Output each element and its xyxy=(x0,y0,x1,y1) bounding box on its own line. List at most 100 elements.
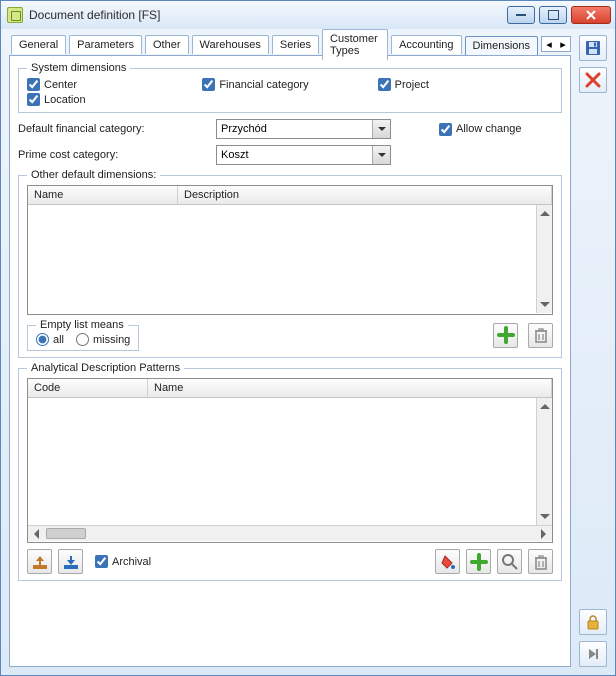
other-dimensions-grid[interactable]: Name Description xyxy=(27,185,553,315)
radio-missing-input[interactable] xyxy=(76,333,89,346)
radio-all-label: all xyxy=(53,334,64,346)
financial-category-checkbox[interactable]: Financial category xyxy=(202,78,377,91)
col-description[interactable]: Description xyxy=(178,186,552,204)
lock-button[interactable] xyxy=(579,609,607,635)
scroll-up-icon[interactable] xyxy=(537,398,552,414)
scroll-left-icon[interactable] xyxy=(28,526,44,541)
other-dimensions-legend: Other default dimensions: xyxy=(27,169,160,181)
tab-panel: System dimensions Center Location xyxy=(9,55,571,667)
tab-other[interactable]: Other xyxy=(145,35,189,54)
scroll-right-icon[interactable] xyxy=(536,526,552,541)
hscroll-thumb[interactable] xyxy=(46,528,86,539)
scroll-down-icon[interactable] xyxy=(537,297,552,313)
analytic-grid-hscroll[interactable] xyxy=(28,525,552,541)
project-label: Project xyxy=(395,79,429,91)
archival-checkbox-input[interactable] xyxy=(95,555,108,568)
location-label: Location xyxy=(44,94,86,106)
col-name[interactable]: Name xyxy=(148,379,552,397)
col-code[interactable]: Code xyxy=(28,379,148,397)
center-label: Center xyxy=(44,79,77,91)
add-pattern-button[interactable] xyxy=(466,549,491,574)
radio-missing[interactable]: missing xyxy=(76,333,130,346)
other-grid-body[interactable] xyxy=(28,205,552,313)
location-checkbox-input[interactable] xyxy=(27,93,40,106)
system-dimensions-legend: System dimensions xyxy=(27,62,130,74)
default-fincat-label: Default financial category: xyxy=(18,123,208,135)
tab-next-button[interactable]: ▸ xyxy=(556,37,570,51)
delete-pattern-button[interactable] xyxy=(528,549,553,574)
minimize-button[interactable] xyxy=(507,6,535,24)
client-area: General Parameters Other Warehouses Seri… xyxy=(5,29,611,671)
other-grid-vscroll[interactable] xyxy=(536,205,552,313)
tab-warehouses[interactable]: Warehouses xyxy=(192,35,269,54)
tab-general[interactable]: General xyxy=(11,35,66,54)
window-buttons xyxy=(507,6,611,24)
export-button[interactable] xyxy=(27,549,52,574)
default-fincat-value: Przychód xyxy=(217,123,372,135)
location-checkbox[interactable]: Location xyxy=(27,93,202,106)
financial-category-label: Financial category xyxy=(219,79,308,91)
window: Document definition [FS] General Paramet… xyxy=(0,0,616,676)
archival-label: Archival xyxy=(112,556,151,568)
radio-all[interactable]: all xyxy=(36,333,64,346)
prime-cost-combo[interactable]: Koszt xyxy=(216,145,391,165)
archival-checkbox[interactable]: Archival xyxy=(95,555,151,568)
analytic-grid-header: Code Name xyxy=(28,379,552,398)
allow-change-checkbox-input[interactable] xyxy=(439,123,452,136)
system-dimensions-row: Center Location Financial category xyxy=(27,78,553,106)
analytic-grid-body[interactable] xyxy=(28,398,552,525)
other-dimensions-group: Other default dimensions: Name Descripti… xyxy=(18,169,562,358)
app-icon xyxy=(7,7,23,23)
default-fincat-combo[interactable]: Przychód xyxy=(216,119,391,139)
center-checkbox-input[interactable] xyxy=(27,78,40,91)
default-fincat-row: Default financial category: Przychód All… xyxy=(18,119,562,139)
other-list-controls: Empty list means all missing xyxy=(27,319,553,351)
next-record-button[interactable] xyxy=(579,641,607,667)
empty-list-legend: Empty list means xyxy=(36,319,128,331)
chevron-down-icon[interactable] xyxy=(372,146,390,164)
import-button[interactable] xyxy=(58,549,83,574)
tab-bar: General Parameters Other Warehouses Seri… xyxy=(9,33,571,55)
cancel-button[interactable] xyxy=(579,67,607,93)
add-dimension-button[interactable] xyxy=(493,323,518,348)
window-title: Document definition [FS] xyxy=(29,8,507,22)
search-pattern-button[interactable] xyxy=(497,549,522,574)
tab-parameters[interactable]: Parameters xyxy=(69,35,142,54)
analytic-grid-vscroll[interactable] xyxy=(536,398,552,525)
scroll-up-icon[interactable] xyxy=(537,205,552,221)
other-grid-header: Name Description xyxy=(28,186,552,205)
main-panel: General Parameters Other Warehouses Seri… xyxy=(5,29,575,671)
tab-accounting[interactable]: Accounting xyxy=(391,35,461,54)
analytic-bottom-bar: Archival xyxy=(27,549,553,574)
prime-cost-value: Koszt xyxy=(217,149,372,161)
save-button[interactable] xyxy=(579,35,607,61)
center-checkbox[interactable]: Center xyxy=(27,78,202,91)
side-toolbar xyxy=(575,29,611,671)
tab-series[interactable]: Series xyxy=(272,35,319,54)
prime-cost-row: Prime cost category: Koszt xyxy=(18,145,562,165)
analytic-patterns-legend: Analytical Description Patterns xyxy=(27,362,184,374)
maximize-button[interactable] xyxy=(539,6,567,24)
radio-all-input[interactable] xyxy=(36,333,49,346)
radio-missing-label: missing xyxy=(93,334,130,346)
tab-spinner: ◂ ▸ xyxy=(541,36,571,52)
scroll-down-icon[interactable] xyxy=(537,509,552,525)
project-checkbox[interactable]: Project xyxy=(378,78,553,91)
paint-bucket-button[interactable] xyxy=(435,549,460,574)
analytic-patterns-group: Analytical Description Patterns Code Nam… xyxy=(18,362,562,581)
col-name[interactable]: Name xyxy=(28,186,178,204)
project-checkbox-input[interactable] xyxy=(378,78,391,91)
allow-change-checkbox[interactable]: Allow change xyxy=(439,123,521,136)
system-dimensions-group: System dimensions Center Location xyxy=(18,62,562,113)
analytic-grid[interactable]: Code Name xyxy=(27,378,553,543)
titlebar: Document definition [FS] xyxy=(1,1,615,29)
close-button[interactable] xyxy=(571,6,611,24)
allow-change-label: Allow change xyxy=(456,123,521,135)
financial-category-checkbox-input[interactable] xyxy=(202,78,215,91)
delete-dimension-button[interactable] xyxy=(528,323,553,348)
tab-dimensions[interactable]: Dimensions xyxy=(465,36,538,55)
tab-prev-button[interactable]: ◂ xyxy=(542,37,556,51)
chevron-down-icon[interactable] xyxy=(372,120,390,138)
tab-customer-types[interactable]: Customer Types xyxy=(322,29,388,60)
empty-list-group: Empty list means all missing xyxy=(27,319,139,351)
